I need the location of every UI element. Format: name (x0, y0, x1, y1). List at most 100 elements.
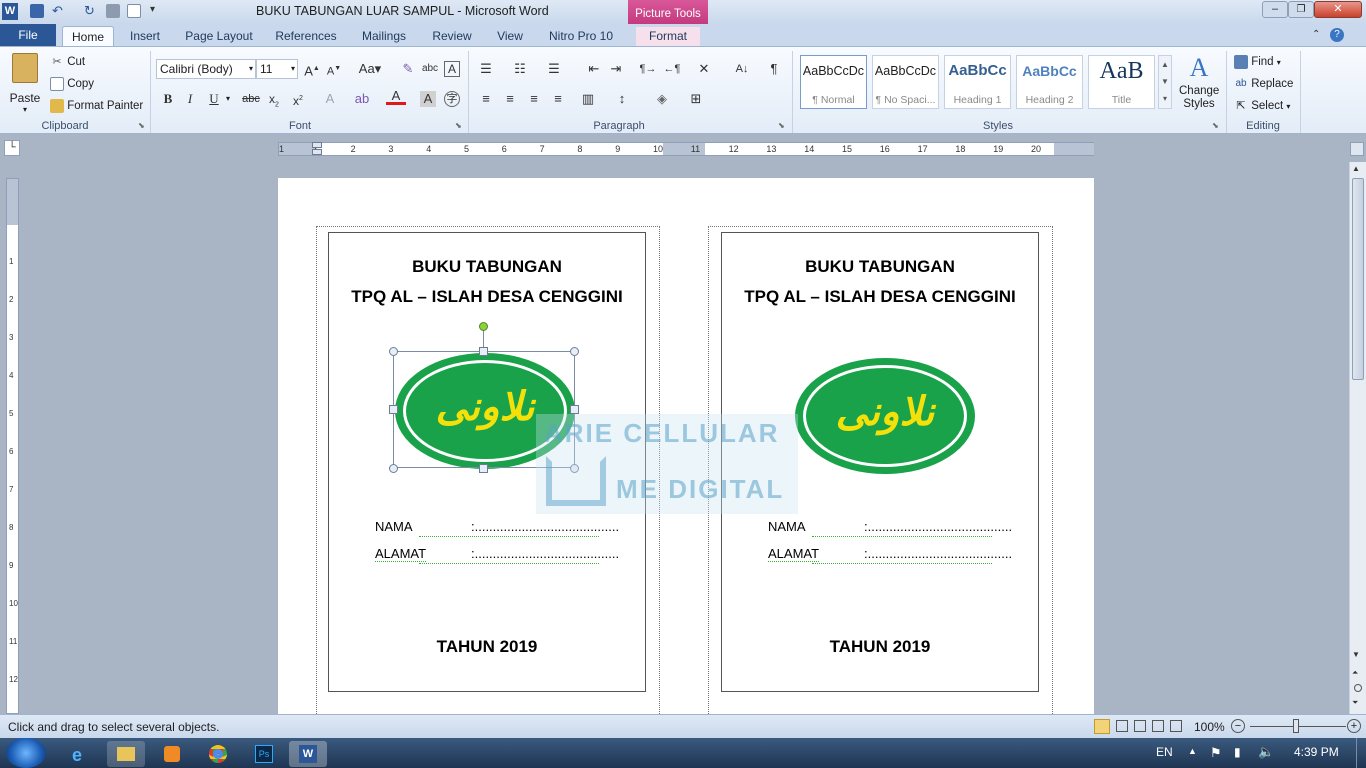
decrease-indent-icon[interactable]: ⇤ (584, 59, 604, 79)
volume-icon[interactable]: 🔈 (1258, 744, 1274, 760)
alamat-fill[interactable]: :.......................................… (471, 546, 619, 561)
zoom-in-icon[interactable]: + (1347, 719, 1361, 733)
numbering-icon[interactable]: ☷ (510, 59, 530, 79)
grow-font-icon[interactable]: A▲ (302, 59, 322, 79)
shading-icon[interactable]: ◈ (652, 89, 672, 109)
font-launcher-icon[interactable]: ⬊ (455, 121, 462, 130)
tab-mailings[interactable]: Mailings (354, 27, 414, 46)
help-icon[interactable]: ? (1330, 28, 1344, 42)
tab-review[interactable]: Review (426, 27, 478, 46)
ltr-icon[interactable]: ¶→ (638, 59, 658, 79)
asian-layout-icon[interactable]: ✕ (694, 59, 714, 79)
print-layout-icon[interactable] (1094, 719, 1110, 734)
character-shading-icon[interactable]: A (420, 91, 436, 107)
multilevel-list-icon[interactable]: ☰ (544, 59, 564, 79)
superscript-icon[interactable]: x2 (288, 89, 308, 109)
clipboard-launcher-icon[interactable]: ⬊ (138, 121, 145, 130)
tab-references[interactable]: References (270, 27, 342, 46)
replace-button[interactable]: ab Replace (1234, 75, 1293, 93)
nama-fill[interactable]: :.......................................… (864, 519, 1012, 534)
underline-dropdown-icon[interactable]: ▾ (226, 94, 230, 103)
show-desktop-button[interactable] (1356, 738, 1366, 768)
clear-formatting-icon[interactable]: ✎ (398, 59, 418, 79)
resize-handle-sw[interactable] (389, 464, 398, 473)
network-icon[interactable]: ▮ (1234, 745, 1241, 759)
change-styles-button[interactable]: A Change Styles (1176, 51, 1222, 115)
text-effects-icon[interactable]: A (320, 89, 340, 109)
style-normal[interactable]: AaBbCcDc ¶ Normal (800, 55, 867, 109)
restore-button[interactable]: ❐ (1288, 1, 1314, 18)
save-icon[interactable] (30, 4, 44, 18)
logo-image[interactable]: ﻧﻼﻭﻧﻰ (795, 358, 975, 474)
customize-quick-access-icon[interactable]: ▾ (150, 4, 155, 15)
increase-indent-icon[interactable]: ⇥ (606, 59, 626, 79)
zoom-level[interactable]: 100% (1194, 720, 1225, 734)
subscript-icon[interactable]: x2 (264, 89, 284, 109)
bullets-icon[interactable]: ☰ (476, 59, 496, 79)
select-button[interactable]: ⇱ Select ▾ (1234, 97, 1290, 115)
zoom-out-icon[interactable]: − (1231, 719, 1245, 733)
taskbar-word[interactable]: W (289, 741, 327, 767)
vertical-scrollbar[interactable]: ▲ ▼ ⏶ ⏷ (1349, 162, 1366, 714)
shrink-font-icon[interactable]: A▼ (324, 59, 344, 79)
minimize-ribbon-icon[interactable]: ⌃ (1312, 29, 1320, 40)
distributed-icon[interactable]: ▥ (578, 89, 598, 109)
resize-handle-ne[interactable] (570, 347, 579, 356)
underline-icon[interactable]: U (204, 89, 224, 109)
zoom-slider-thumb[interactable] (1293, 719, 1299, 733)
close-button[interactable]: ✕ (1314, 1, 1362, 18)
rotate-handle[interactable] (479, 322, 488, 331)
align-right-icon[interactable]: ≡ (524, 89, 544, 109)
style-title[interactable]: AaB Title (1088, 55, 1155, 109)
tab-nitro-pro[interactable]: Nitro Pro 10 (542, 27, 620, 46)
vertical-ruler[interactable]: 1 2 3 4 5 6 7 8 9 10 11 12 (6, 178, 19, 714)
prev-page-icon[interactable]: ⏶ (1352, 668, 1358, 678)
alamat-fill[interactable]: :.......................................… (864, 546, 1012, 561)
web-layout-icon[interactable] (1134, 720, 1146, 732)
document-page[interactable]: BUKU TABUNGAN TPQ AL – ISLAH DESA CENGGI… (278, 178, 1094, 718)
tab-insert[interactable]: Insert (122, 27, 168, 46)
tab-file[interactable]: File (0, 24, 56, 46)
styles-launcher-icon[interactable]: ⬊ (1212, 121, 1219, 130)
scroll-up-icon[interactable]: ▲ (1352, 164, 1360, 173)
outline-icon[interactable] (1152, 720, 1164, 732)
style-heading-1[interactable]: AaBbCc Heading 1 (944, 55, 1011, 109)
undo-icon[interactable]: ↶ (52, 4, 66, 18)
copy-button[interactable]: Copy (50, 75, 94, 93)
font-size-select[interactable]: 11 ▾ (256, 59, 298, 79)
show-hidden-icons-icon[interactable]: ▲ (1188, 746, 1197, 756)
clock[interactable]: 4:39 PM (1294, 745, 1339, 759)
change-case-icon[interactable]: Aa▾ (356, 59, 384, 79)
highlight-color-icon[interactable]: ab (352, 89, 372, 109)
scroll-down-icon[interactable]: ▼ (1352, 650, 1360, 659)
font-name-select[interactable]: Calibri (Body) ▾ (156, 59, 256, 79)
horizontal-ruler[interactable]: 11234567891011121314151617181920 (278, 142, 1094, 156)
tab-selector-icon[interactable]: └ (4, 140, 20, 156)
view-ruler-icon[interactable] (1350, 142, 1364, 156)
bold-icon[interactable]: B (158, 89, 178, 109)
print-preview-icon[interactable] (106, 4, 120, 18)
scroll-thumb[interactable] (1352, 178, 1364, 380)
language-indicator[interactable]: EN (1156, 745, 1173, 759)
resize-handle-nw[interactable] (389, 347, 398, 356)
taskbar-explorer[interactable] (107, 741, 145, 767)
full-screen-reading-icon[interactable] (1116, 720, 1128, 732)
redo-icon[interactable]: ↻ (84, 4, 98, 18)
resize-handle-s[interactable] (479, 464, 488, 473)
enclose-characters-icon[interactable]: 字 (444, 91, 460, 107)
strikethrough-icon[interactable]: abc (240, 89, 262, 109)
align-center-icon[interactable]: ≡ (500, 89, 520, 109)
action-center-icon[interactable]: ⚑ (1210, 745, 1222, 761)
character-border-icon[interactable]: A (444, 61, 460, 77)
resize-handle-e[interactable] (570, 405, 579, 414)
styles-scroll[interactable]: ▲ ▼ ▾ (1158, 55, 1172, 109)
line-spacing-icon[interactable]: ↕ (612, 89, 632, 109)
show-marks-icon[interactable]: ¶ (764, 59, 784, 79)
tab-view[interactable]: View (490, 27, 530, 46)
rtl-icon[interactable]: ←¶ (662, 59, 682, 79)
italic-icon[interactable]: I (180, 89, 200, 109)
next-page-icon[interactable]: ⏷ (1352, 698, 1358, 708)
tab-format[interactable]: Format (636, 27, 700, 46)
resize-handle-w[interactable] (389, 405, 398, 414)
draft-icon[interactable] (1170, 720, 1182, 732)
